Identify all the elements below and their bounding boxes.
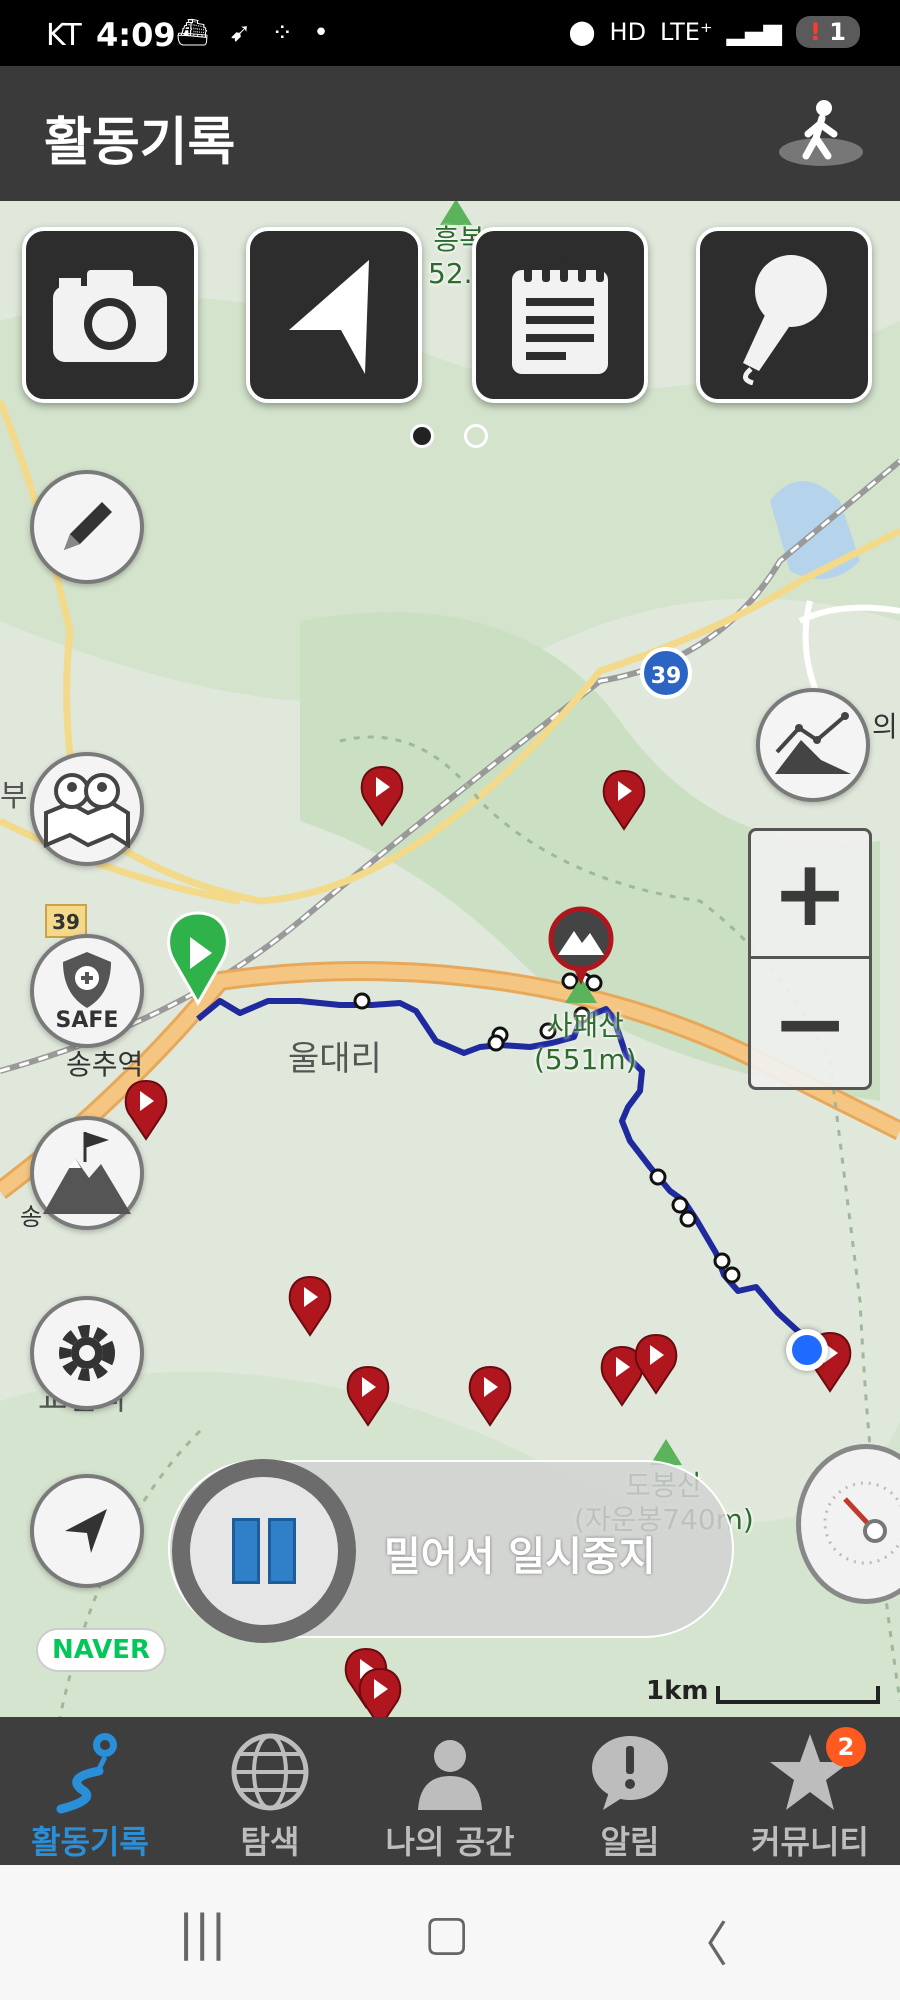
notification-badge: 2 [826, 1727, 866, 1767]
safe-button[interactable]: SAFE [30, 934, 144, 1048]
safe-label: SAFE [55, 1007, 119, 1033]
notepad-icon [512, 258, 608, 374]
hd-icon: HD [609, 18, 647, 46]
summit-badge-marker[interactable] [546, 905, 616, 989]
nav-activity-record[interactable]: 활동기록 [0, 1717, 180, 1865]
locate-me-button[interactable] [30, 1474, 144, 1588]
mountain-sapae-label: 사패산 (551m) [534, 1009, 637, 1077]
pause-slider-knob[interactable] [172, 1459, 356, 1643]
locate-icon [65, 1509, 107, 1553]
ship-icon: ⛴ [176, 18, 216, 48]
start-marker[interactable] [160, 911, 236, 1011]
camera-icon [53, 270, 167, 362]
label-ui: 의 [872, 710, 898, 743]
voice-record-button[interactable] [696, 227, 872, 403]
carrier-label: KT [46, 18, 82, 53]
nav-explore[interactable]: 탐색 [180, 1717, 360, 1865]
navigation-arrow-icon [289, 260, 369, 374]
zoom-in-button[interactable]: + [751, 831, 869, 959]
settings-icon [59, 1325, 115, 1381]
nav-label: 탐색 [240, 1823, 300, 1861]
bottom-navigation: 활동기록 탐색 나의 공간 알림 커뮤니티 2 [0, 1717, 900, 1865]
zoom-control: + − [748, 828, 872, 1090]
microphone-icon [743, 255, 827, 385]
compass-icon [823, 1481, 900, 1565]
zoom-out-button[interactable]: − [751, 959, 869, 1087]
dot-icon: • [313, 18, 335, 48]
pause-bar-right [268, 1518, 296, 1584]
apps-icon: ⁘ [271, 18, 300, 48]
mountain-flag-icon [43, 1132, 131, 1214]
edit-button[interactable] [30, 470, 144, 584]
naver-logo: NAVER [36, 1628, 166, 1672]
nav-community[interactable]: 커뮤니티 2 [720, 1717, 900, 1865]
safe-shield-icon [63, 951, 111, 1008]
lte-icon: LTE⁺ [660, 18, 713, 46]
camera-button[interactable] [22, 227, 198, 403]
home-button[interactable]: ▢ [424, 1905, 469, 1961]
label-songchu: 송추역 [66, 1048, 144, 1081]
mountain-challenge-button[interactable] [30, 1116, 144, 1230]
settings-button[interactable] [30, 1296, 144, 1410]
label-buk: 부 [0, 779, 28, 814]
pencil-icon [64, 502, 112, 550]
current-location-dot [786, 1329, 828, 1371]
nav-label: 나의 공간 [385, 1823, 515, 1861]
globe-icon [227, 1729, 313, 1815]
nav-label: 활동기록 [31, 1823, 149, 1861]
walker-icon[interactable] [776, 94, 866, 174]
notification-icons: ⛴ ➹ ⁘ • [176, 18, 335, 48]
clock: 4:09 [96, 16, 176, 54]
nav-label: 알림 [600, 1823, 660, 1861]
nav-notifications[interactable]: 알림 [540, 1717, 720, 1865]
nav-label: 커뮤니티 [751, 1823, 869, 1861]
person-icon [407, 1729, 493, 1815]
nav-my-space[interactable]: 나의 공간 [360, 1717, 540, 1865]
app-bar: 활동기록 [0, 66, 900, 201]
location-icon: ⬤ [568, 18, 596, 46]
page-indicator-dot-1[interactable] [410, 424, 434, 448]
battery-warning: ! [809, 18, 821, 46]
alert-bubble-icon [587, 1729, 673, 1815]
status-bar: KT 4:09 ⛴ ➹ ⁘ • ⬤ HD LTE⁺ ▂▄▆ ! 1 [0, 0, 900, 66]
scale-bar [716, 1686, 880, 1704]
recent-apps-button[interactable]: ||| [178, 1905, 227, 1961]
signal-icon: ▂▄▆ [726, 18, 782, 46]
scale-label: 1km [646, 1676, 709, 1706]
battery-indicator: ! 1 [795, 16, 860, 48]
page-title: 활동기록 [44, 113, 236, 173]
mountain-sapae-height: (551m) [534, 1043, 637, 1076]
pause-icon [190, 1477, 338, 1625]
system-navigation-bar: ||| ▢ 〈 [0, 1865, 900, 2000]
group-tracking-button[interactable] [30, 752, 144, 866]
battery-level: 1 [829, 18, 846, 46]
back-button[interactable]: 〈 [680, 1905, 728, 1975]
pause-slider-label: 밀어서 일시중지 [384, 1534, 656, 1580]
group-map-icon [44, 773, 130, 849]
elevation-graph-button[interactable] [756, 688, 870, 802]
page-indicator-dot-2[interactable] [464, 424, 488, 448]
memo-button[interactable] [472, 227, 648, 403]
elevation-chart-icon [775, 712, 851, 774]
pause-bar-left [232, 1518, 260, 1584]
navigate-button[interactable] [246, 227, 422, 403]
route-pin-icon [47, 1729, 133, 1815]
status-icons-right: ⬤ HD LTE⁺ ▂▄▆ ! 1 [569, 16, 860, 48]
navigation-icon: ➹ [229, 18, 258, 48]
label-uldae: 울대리 [288, 1039, 382, 1079]
mountain-sapae-name: 사패산 [546, 1009, 624, 1042]
